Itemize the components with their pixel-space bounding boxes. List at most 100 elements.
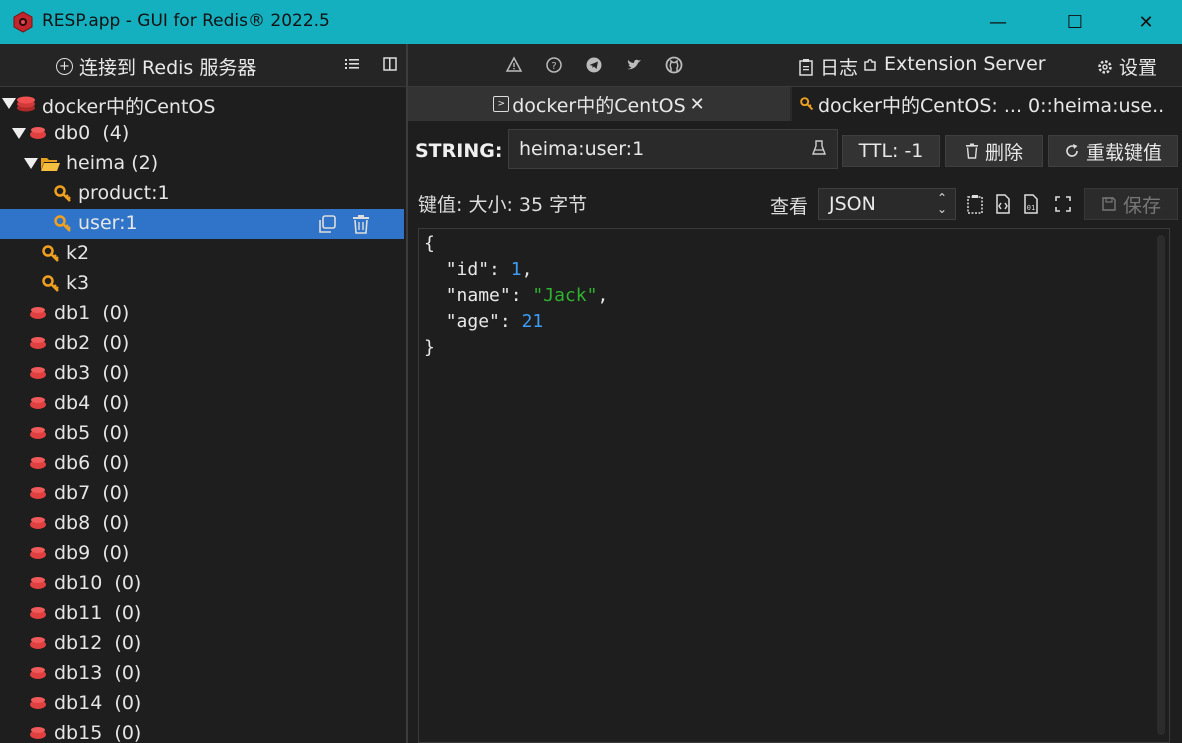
key-icon [800, 97, 814, 111]
key-icon [42, 275, 59, 292]
tree-key-k3[interactable]: k3 [0, 269, 404, 299]
tree-db[interactable]: db2 (0) [0, 329, 404, 359]
db-count: (0) [114, 722, 142, 743]
value-editor[interactable]: { "id": 1, "name": "Jack", "age": 21 } [418, 228, 1170, 743]
db-name: db14 [54, 692, 103, 714]
tree-key-user-1[interactable]: user:1 [0, 209, 404, 239]
expand-arrow-icon[interactable] [2, 98, 16, 109]
trash-icon[interactable] [350, 213, 372, 235]
window-title: RESP.app - GUI for Redis® 2022.5 [42, 11, 330, 31]
database-icon [30, 397, 46, 409]
settings-button[interactable]: 设置 [1097, 53, 1157, 80]
tree-db[interactable]: db3 (0) [0, 359, 404, 389]
db-name: db5 [54, 422, 91, 444]
save-button[interactable]: 保存 [1084, 188, 1178, 220]
twitter-icon[interactable] [625, 56, 643, 74]
rename-icon[interactable] [812, 140, 826, 156]
db-count: (0) [114, 632, 142, 654]
tree-db[interactable]: db5 (0) [0, 419, 404, 449]
extension-server-button[interactable]: Extension Server [862, 53, 1046, 75]
connect-redis-button[interactable]: + 连接到 Redis 服务器 [56, 53, 256, 80]
editor-scrollbar[interactable] [1157, 235, 1165, 735]
ttl-button[interactable]: TTL: -1 [842, 135, 940, 167]
json-close-brace: } [424, 337, 435, 358]
minimize-button[interactable]: — [968, 0, 1028, 44]
tree-key-k2[interactable]: k2 [0, 239, 404, 269]
db-count: (0) [114, 602, 142, 624]
database-icon [30, 367, 46, 379]
db-count: (0) [114, 692, 142, 714]
terminal-icon: > [493, 96, 510, 112]
database-icon [30, 307, 46, 319]
database-icon [30, 697, 46, 709]
db-count: (0) [102, 452, 130, 474]
connection-name: docker中的CentOS [42, 96, 216, 118]
tree-db[interactable]: db11 (0) [0, 599, 404, 629]
expand-arrow-icon[interactable] [12, 128, 26, 139]
value-size-info: 键值: 大小: 35 字节 [418, 194, 588, 216]
maximize-button[interactable]: ☐ [1045, 0, 1105, 44]
log-button[interactable]: 日志 [798, 53, 858, 80]
tree-db[interactable]: db6 (0) [0, 449, 404, 479]
tab-close-icon[interactable]: ✕ [690, 94, 705, 115]
db-name: db15 [54, 722, 103, 743]
tree-db0[interactable]: db0 (4) [0, 119, 404, 149]
split-panel-icon[interactable] [382, 56, 398, 72]
key-header: STRING: TTL: -1 删除 重载键值 [408, 121, 1182, 183]
tab-connection-console[interactable]: > docker中的CentOS ✕ [408, 87, 790, 121]
db-name: db9 [54, 542, 91, 564]
reload-label: 重载键值 [1085, 141, 1162, 164]
expand-arrow-icon[interactable] [24, 158, 38, 169]
log-label: 日志 [820, 57, 859, 79]
code-file-icon[interactable] [994, 194, 1012, 214]
key-name-input[interactable] [508, 129, 838, 169]
tree-db[interactable]: db4 (0) [0, 389, 404, 419]
extension-server-label: Extension Server [884, 53, 1046, 75]
delete-button[interactable]: 删除 [945, 135, 1043, 167]
close-button[interactable]: ✕ [1116, 0, 1176, 44]
delete-label: 删除 [984, 141, 1023, 164]
fullscreen-icon[interactable] [1054, 194, 1072, 214]
database-icon [30, 637, 46, 649]
help-icon[interactable]: ? [545, 56, 563, 74]
binary-file-icon[interactable]: 01 [1022, 194, 1040, 214]
tree-db[interactable]: db8 (0) [0, 509, 404, 539]
copy-icon[interactable] [316, 213, 338, 235]
db-name: db12 [54, 632, 103, 654]
telegram-icon[interactable] [585, 56, 603, 74]
github-icon[interactable] [665, 56, 683, 74]
database-icon [30, 457, 46, 469]
list-icon[interactable] [344, 56, 360, 72]
db-name: db10 [54, 572, 103, 594]
tab-key-view[interactable]: docker中的CentOS: ... 0::heima:use.. [792, 87, 1182, 121]
connect-redis-label: 连接到 Redis 服务器 [79, 57, 257, 79]
format-select[interactable]: JSON ⌃ ⌄ [818, 188, 956, 220]
tree-key-product-1[interactable]: product:1 [0, 179, 404, 209]
clipboard-icon [799, 58, 813, 76]
tree-folder-heima[interactable]: heima (2) [0, 149, 404, 179]
puzzle-icon [864, 59, 876, 71]
trash-icon [965, 143, 978, 159]
folder-count: (2) [131, 152, 159, 174]
reload-button[interactable]: 重载键值 [1048, 135, 1178, 167]
key-name: k2 [66, 242, 90, 264]
warning-icon[interactable] [505, 56, 523, 74]
tree-db[interactable]: db9 (0) [0, 539, 404, 569]
tree-db[interactable]: db1 (0) [0, 299, 404, 329]
tree-db[interactable]: db15 (0) [0, 719, 404, 743]
db-count: (0) [102, 512, 130, 534]
db-name: db3 [54, 362, 91, 384]
refresh-icon [1066, 144, 1078, 157]
svg-text:?: ? [551, 61, 556, 72]
tab-label: docker中的CentOS [512, 94, 686, 117]
copy-to-clipboard-icon[interactable] [966, 194, 984, 214]
tree-db[interactable]: db14 (0) [0, 689, 404, 719]
tree-db[interactable]: db7 (0) [0, 479, 404, 509]
db-name: db4 [54, 392, 91, 414]
tree-db[interactable]: db12 (0) [0, 629, 404, 659]
tree-db[interactable]: db13 (0) [0, 659, 404, 689]
tree-connection[interactable]: docker中的CentOS [0, 89, 404, 119]
save-icon [1102, 197, 1116, 211]
tree-db[interactable]: db10 (0) [0, 569, 404, 599]
db-name: db13 [54, 662, 103, 684]
